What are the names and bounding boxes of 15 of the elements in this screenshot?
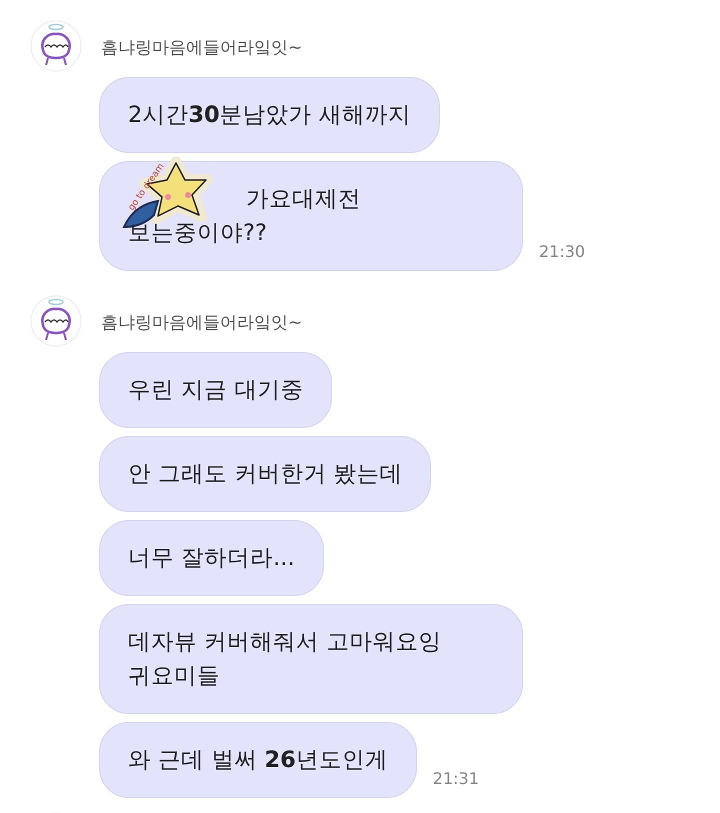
message-text: 보는중이야?? [128, 219, 267, 248]
avatar-icon[interactable] [30, 20, 82, 72]
sender-name: 흠냐링마음에들어라잌잇~ [101, 312, 304, 334]
message-time: 21:31 [432, 769, 479, 788]
message-text: 너무 잘하더라... [128, 544, 295, 573]
avatar-icon[interactable] [30, 295, 82, 347]
sender-name: 흠냐링마음에들어라잌잇~ [101, 37, 304, 59]
message-text: 와 근데 벌써 26년도인게 [128, 746, 388, 775]
message-text: 귀요미들 [128, 662, 220, 691]
message-text: 2시간30분남았가 새해까지 [128, 101, 411, 130]
message-time: 21:30 [539, 242, 586, 261]
message-text: 데자뷰 커버해줘서 고마워요잉 [128, 628, 442, 657]
message-text: 가요대제전 [246, 185, 361, 214]
message-text: 우린 지금 대기중 [128, 376, 304, 405]
message-text: 안 그래도 커버한거 봤는데 [128, 460, 402, 489]
